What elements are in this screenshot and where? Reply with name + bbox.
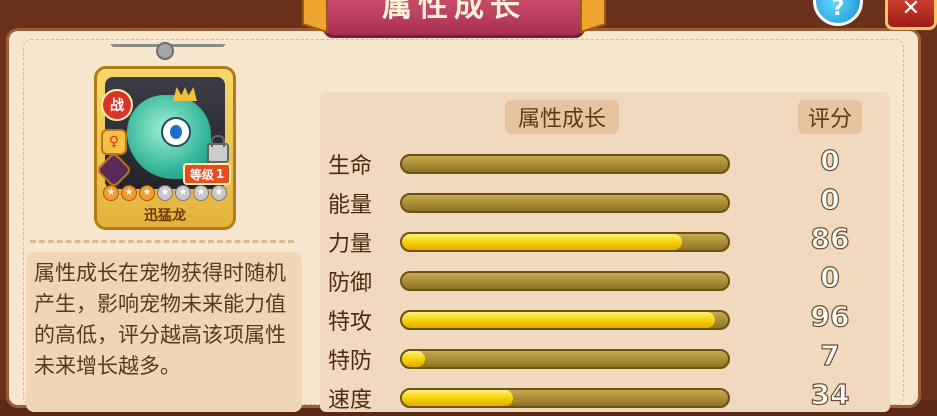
growth-bar [400,232,730,252]
growth-bar-fill [402,390,513,406]
star-icon: ★ [211,185,227,201]
lock-icon[interactable] [207,135,229,163]
stat-score: 34 [810,377,850,411]
stat-row: 生命 0 [320,143,890,182]
stat-row: 能量 0 [320,182,890,221]
stat-score: 96 [810,299,850,333]
title-banner: 属性成长 [323,0,585,38]
stat-label: 能量 [328,193,373,218]
star-icon: ★ [193,185,209,201]
question-icon: ? [831,0,845,21]
stat-label: 特防 [328,349,373,374]
growth-bar [400,193,730,213]
dragon-eye-icon [161,117,191,147]
growth-bar-fill [402,312,715,328]
stats-panel: 属性成长 评分 生命 0 能量 0 力量 86 防御 0 特攻 96 特防 7 速度 34 [320,92,890,413]
stat-row: 力量 86 [320,221,890,260]
hanger-knob-icon [156,42,174,60]
page-title: 属性成长 [382,0,526,24]
stat-score: 0 [820,143,841,177]
battle-badge: 战 [101,89,133,121]
star-icon: ★ [103,185,119,201]
stat-score: 0 [820,260,841,294]
growth-bar [400,388,730,408]
growth-bar [400,271,730,291]
stat-row: 特防 7 [320,338,890,377]
stat-score: 86 [810,221,850,255]
star-icon: ★ [139,185,155,201]
stat-label: 速度 [328,388,373,413]
stat-score: 0 [820,182,841,216]
level-badge: 等级 1 [183,163,231,185]
stat-row: 特攻 96 [320,299,890,338]
level-label: 等级 [189,167,214,182]
star-icon: ★ [157,185,173,201]
growth-column-header: 属性成长 [505,100,619,134]
growth-bar [400,310,730,330]
level-value: 1 [215,167,225,181]
growth-bar [400,154,730,174]
crown-icon [173,87,197,101]
close-icon: ✕ [901,0,921,21]
star-icon: ★ [175,185,191,201]
growth-bar-fill [402,351,425,367]
growth-bar [400,349,730,369]
stat-label: 防御 [328,271,373,296]
divider [30,240,294,243]
description-box: 属性成长在宠物获得时随机产生，影响宠物未来能力值的高低，评分越高该项属性未来增长… [26,252,302,412]
score-column-header: 评分 [798,100,862,134]
star-rating: ★ ★ ★ ★ ★ ★ ★ [103,185,227,201]
stat-label: 力量 [328,232,373,257]
growth-bar-fill [402,234,683,250]
pet-name: 迅猛龙 [144,208,186,224]
close-button[interactable]: ✕ [885,0,937,30]
pet-card[interactable]: 战 ♀ 等级 1 ★ ★ ★ ★ ★ ★ ★ 迅猛龙 [94,66,236,230]
stat-label: 特攻 [328,310,373,335]
stat-score: 7 [820,338,841,372]
star-icon: ★ [121,185,137,201]
stat-label: 生命 [328,154,373,179]
stat-row: 速度 34 [320,377,890,416]
stat-row: 防御 0 [320,260,890,299]
female-icon: ♀ [101,129,127,155]
